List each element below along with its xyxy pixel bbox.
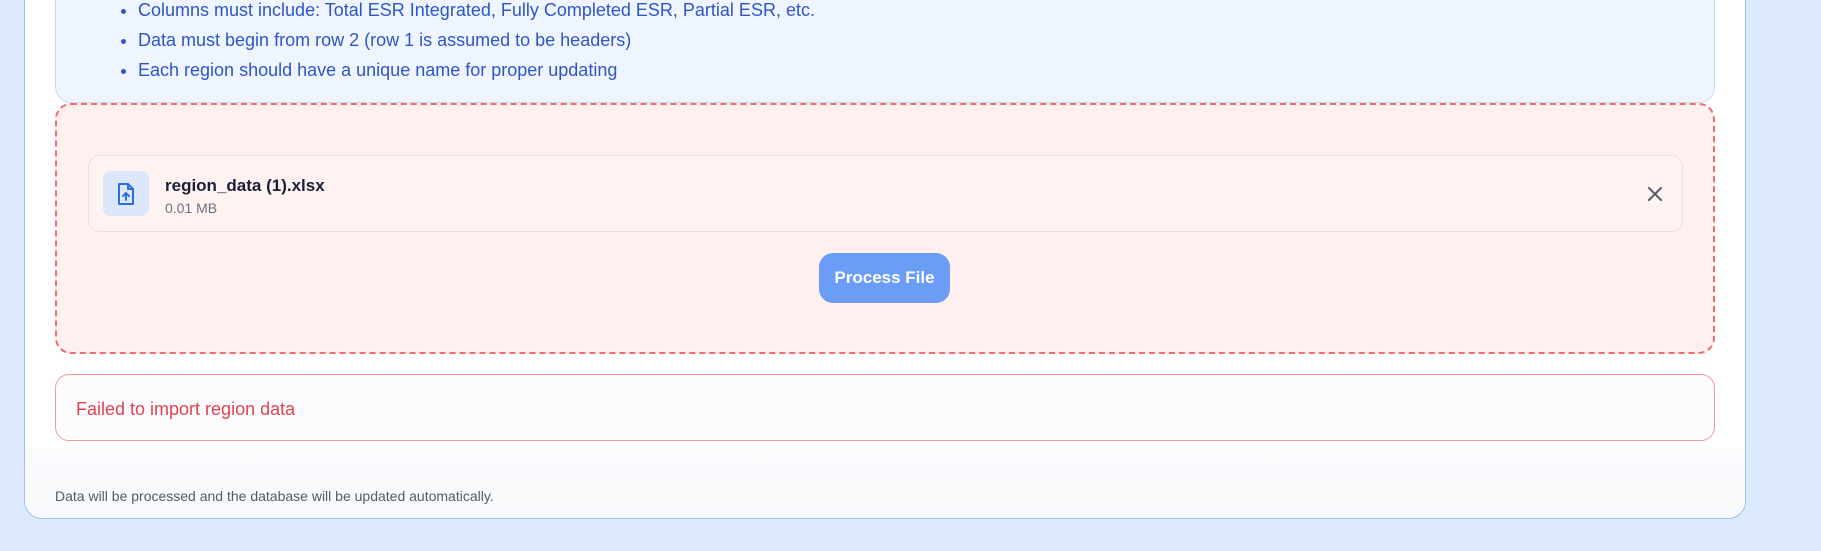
instructions-panel: Columns must include: Total ESR Integrat… — [55, 0, 1715, 103]
instruction-item: Data must begin from row 2 (row 1 is ass… — [138, 31, 815, 61]
import-card: Columns must include: Total ESR Integrat… — [24, 0, 1746, 519]
card-footer — [25, 448, 1745, 518]
instruction-item: Each region should have a unique name fo… — [138, 61, 815, 91]
file-dropzone[interactable]: region_data (1).xlsx 0.01 MB Process Fil… — [55, 103, 1715, 354]
error-alert: Failed to import region data — [55, 374, 1715, 441]
selected-file: region_data (1).xlsx 0.01 MB — [88, 155, 1683, 232]
error-message: Failed to import region data — [76, 399, 296, 419]
footer-note: Data will be processed and the database … — [55, 488, 494, 504]
instruction-item: Columns must include: Total ESR Integrat… — [138, 1, 815, 31]
file-upload-icon — [103, 171, 149, 216]
process-file-button[interactable]: Process File — [819, 253, 950, 303]
close-icon[interactable] — [1644, 183, 1666, 205]
file-name: region_data (1).xlsx — [165, 176, 325, 195]
file-size: 0.01 MB — [165, 200, 218, 216]
instructions-list: Columns must include: Total ESR Integrat… — [138, 1, 815, 91]
